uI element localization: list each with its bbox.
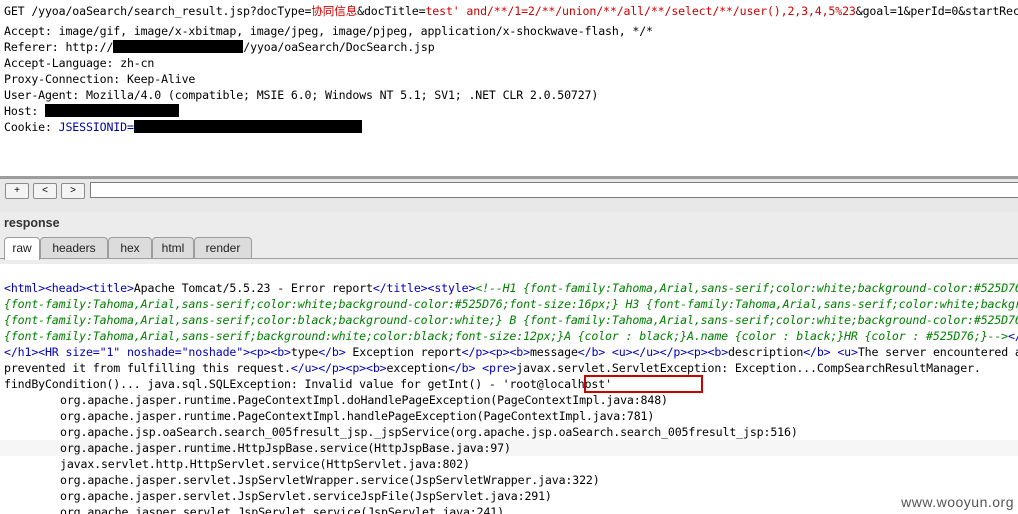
response-line: findByCondition()... java.sql.SQLExcepti… [4,377,612,391]
header-proxy-connection: Proxy-Connection: Keep-Alive [4,72,196,86]
response-line: </h1><HR size="1" noshade="noshade"><p><… [4,345,1018,359]
stack-trace-line: javax.servlet.http.HttpServlet.service(H… [60,457,470,471]
tab-raw[interactable]: raw [4,237,40,260]
red-annotation-box [584,375,703,393]
forward-button[interactable]: > [61,183,85,199]
stack-trace-line: org.apache.jasper.servlet.JspServlet.ser… [60,505,504,514]
tab-underline [0,258,1018,259]
redacted-block [133,120,362,133]
response-line: <html><head><title>Apache Tomcat/5.5.23 … [4,281,1018,295]
stack-trace-line: org.apache.jasper.runtime.PageContextImp… [60,409,655,423]
response-line: {font-family:Tahoma,Arial,sans-serif;col… [4,297,1018,311]
stack-trace-line: org.apache.jasper.runtime.HttpJspBase.se… [60,441,511,455]
response-viewer[interactable]: <html><head><title>Apache Tomcat/5.5.23 … [0,264,1018,514]
header-referer: Referer: http:///yyoa/oaSearch/DocSearch… [4,40,435,54]
tab-html[interactable]: html [152,237,194,259]
redacted-block [113,40,244,53]
redacted-block [44,104,179,117]
header-host: Host: [4,103,179,119]
header-cookie: Cookie: JSESSIONID= [4,119,362,135]
watermark: www.wooyun.org [901,494,1014,510]
response-line: prevented it from fulfilling this reques… [4,361,981,375]
stack-trace-line: org.apache.jsp.oaSearch.search_005fresul… [60,425,798,439]
nav-bar: + < > [0,178,1018,204]
request-editor[interactable]: GET /yyoa/oaSearch/search_result.jsp?doc… [0,0,1018,178]
search-input[interactable] [90,182,1018,198]
stack-trace-line: org.apache.jasper.runtime.PageContextImp… [60,393,668,407]
add-button[interactable]: + [5,183,29,199]
response-header: response raw headers hex html render [0,212,1018,264]
spacer [0,203,1018,212]
tab-hex[interactable]: hex [108,237,152,259]
header-user-agent: User-Agent: Mozilla/4.0 (compatible; MSI… [4,88,599,102]
header-accept: Accept: image/gif, image/x-xbitmap, imag… [4,24,653,38]
stack-trace-line: org.apache.jasper.servlet.JspServletWrap… [60,473,600,487]
back-button[interactable]: < [33,183,57,199]
tab-headers[interactable]: headers [40,237,108,259]
header-accept-language: Accept-Language: zh-cn [4,56,155,70]
request-line: GET /yyoa/oaSearch/search_result.jsp?doc… [4,4,1018,18]
response-line: {font-family:Tahoma,Arial,sans-serif;col… [4,313,1018,327]
tab-render[interactable]: render [194,237,252,259]
response-title: response [4,216,60,230]
response-line: {font-family:Tahoma,Arial,sans-serif;bac… [4,329,1018,343]
stack-trace-line: org.apache.jasper.servlet.JspServlet.ser… [60,489,552,503]
